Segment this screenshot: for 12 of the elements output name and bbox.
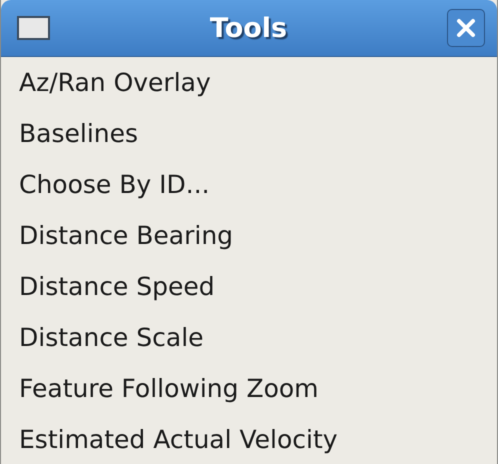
menu-item[interactable]: Az/Ran Overlay bbox=[1, 57, 497, 108]
menu-item[interactable]: Baselines bbox=[1, 108, 497, 159]
menu-item[interactable]: Estimated Actual Velocity bbox=[1, 414, 497, 464]
menu-item[interactable]: Distance Scale bbox=[1, 312, 497, 363]
menu-item[interactable]: Distance Bearing bbox=[1, 210, 497, 261]
close-button[interactable] bbox=[447, 9, 485, 47]
window-title: Tools bbox=[208, 12, 288, 44]
menu-item[interactable]: Feature Following Zoom bbox=[1, 363, 497, 414]
window-icon bbox=[17, 16, 50, 40]
close-icon bbox=[456, 18, 476, 38]
menu-item[interactable]: Distance Speed bbox=[1, 261, 497, 312]
menu-item[interactable]: Choose By ID... bbox=[1, 159, 497, 210]
